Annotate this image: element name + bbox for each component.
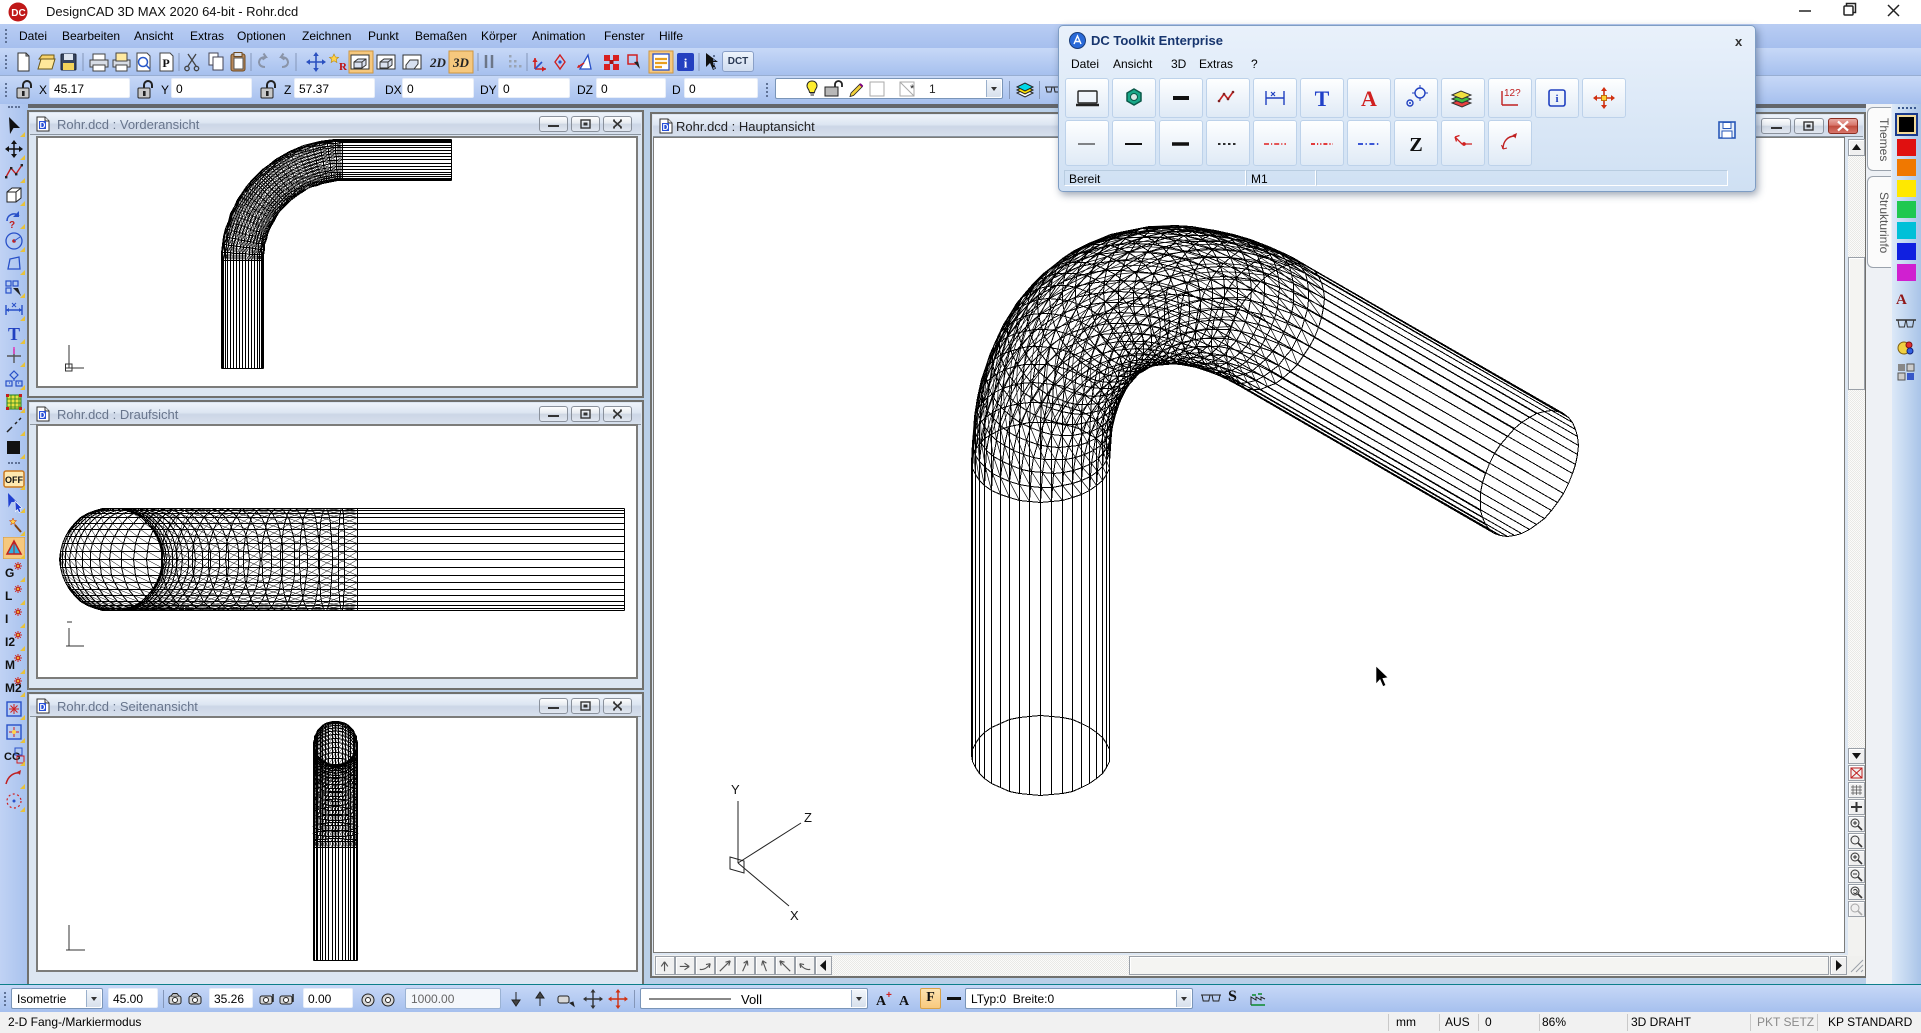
svg-text:2D: 2D — [429, 55, 447, 70]
svg-text:D: D — [40, 121, 46, 130]
svg-text:M: M — [5, 658, 15, 672]
svg-text:1: 1 — [929, 82, 936, 96]
svg-text:?: ? — [9, 220, 15, 229]
svg-text:I2: I2 — [5, 635, 15, 649]
svg-text:DC: DC — [11, 8, 25, 19]
svg-text:3D: 3D — [452, 55, 470, 70]
svg-text:R: R — [339, 61, 348, 73]
svg-text:*: * — [910, 83, 915, 95]
svg-text:i: i — [684, 56, 688, 71]
svg-text:i: i — [1555, 93, 1558, 105]
svg-text:T: T — [1315, 86, 1330, 111]
svg-text:D: D — [40, 411, 46, 420]
svg-text:12?: 12? — [1504, 88, 1521, 99]
svg-text:+: + — [886, 990, 892, 1001]
svg-text:X: X — [790, 908, 799, 923]
svg-text:D: D — [40, 703, 46, 712]
svg-text:I: I — [5, 612, 8, 626]
svg-text:A: A — [1361, 86, 1377, 111]
svg-text:A: A — [899, 994, 910, 1009]
svg-text:T: T — [8, 324, 20, 344]
svg-text:Z: Z — [1409, 134, 1422, 156]
svg-text:D: D — [663, 123, 669, 132]
svg-text:P: P — [162, 56, 169, 70]
svg-text:Y: Y — [731, 782, 740, 797]
svg-text:OFF: OFF — [5, 475, 23, 485]
svg-text:CG: CG — [4, 751, 21, 763]
svg-text:Z: Z — [804, 810, 812, 825]
svg-text:G: G — [5, 566, 14, 580]
svg-text:L: L — [5, 589, 12, 603]
